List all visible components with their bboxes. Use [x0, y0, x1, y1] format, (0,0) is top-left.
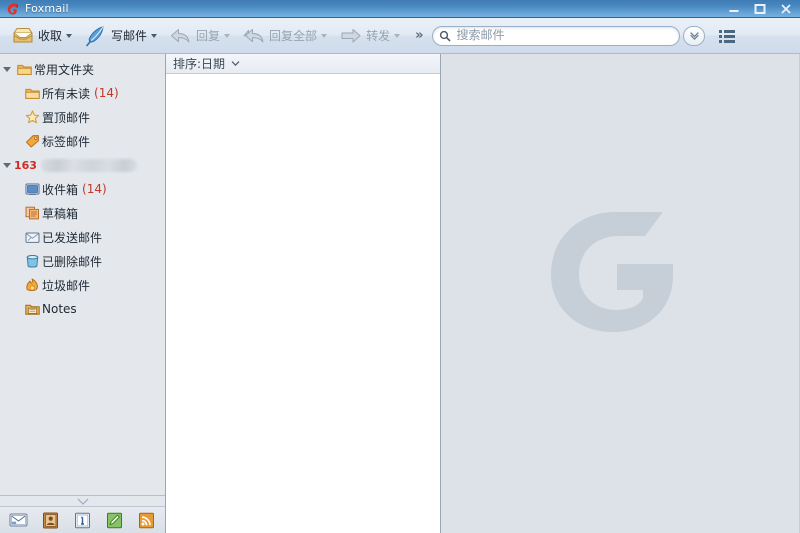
search-dropdown-button[interactable] [683, 25, 706, 46]
sent-icon [22, 231, 42, 244]
quill-pen-icon [83, 24, 109, 48]
mail-preview-pane [441, 54, 800, 533]
sidebar-item-drafts-label: 草稿箱 [42, 206, 79, 221]
list-view-toggle-button[interactable] [714, 24, 740, 48]
sidebar-splitter[interactable] [0, 495, 165, 506]
expand-triangle-icon[interactable] [0, 162, 14, 168]
maximize-button[interactable] [748, 2, 772, 17]
trash-icon [22, 254, 42, 268]
sidebar-item-tagged-mail[interactable]: 标签邮件 [0, 129, 165, 153]
calendar-module-icon[interactable] [72, 510, 92, 530]
chevron-down-icon[interactable] [150, 31, 159, 40]
mail-list-empty [166, 74, 440, 533]
forward-label: 转发 [366, 29, 391, 43]
chevron-down-icon[interactable] [223, 31, 232, 40]
sidebar-module-bar [0, 506, 165, 533]
compose-mail-label: 写邮件 [111, 29, 148, 43]
sidebar-item-junk-label: 垃圾邮件 [42, 278, 91, 293]
mail-module-icon[interactable] [8, 510, 28, 530]
sidebar-item-all-unread-label: 所有未读 [42, 86, 91, 101]
compose-mail-button[interactable]: 写邮件 [79, 22, 164, 50]
star-icon [22, 110, 42, 124]
folder-tree: 常用文件夹 所有未读 (14) 置顶邮件 标签邮件 163 收件箱 (14) 草… [0, 54, 165, 495]
inbox-icon [22, 182, 42, 196]
sidebar-item-inbox[interactable]: 收件箱 (14) [0, 177, 165, 201]
chevron-down-icon[interactable] [65, 31, 74, 40]
close-button[interactable] [774, 2, 798, 17]
sidebar-group-favorites-label: 常用文件夹 [34, 62, 95, 77]
title-bar: Foxmail [0, 0, 800, 18]
sidebar: 常用文件夹 所有未读 (14) 置顶邮件 标签邮件 163 收件箱 (14) 草… [0, 54, 166, 533]
sidebar-item-tagged-mail-label: 标签邮件 [42, 134, 91, 149]
account-provider-tag: 163 [14, 158, 37, 172]
folder-icon [14, 63, 34, 76]
chevron-down-icon [690, 32, 699, 41]
sidebar-item-pinned-mail-label: 置顶邮件 [42, 110, 91, 125]
reply-label: 回复 [196, 29, 221, 43]
toolbar-overflow-button[interactable]: » [415, 28, 423, 43]
reply-all-label: 回复全部 [269, 29, 318, 43]
main-body: 常用文件夹 所有未读 (14) 置顶邮件 标签邮件 163 收件箱 (14) 草… [0, 54, 800, 533]
rss-module-icon[interactable] [136, 510, 156, 530]
main-toolbar: 收取 写邮件 回复 回复全部 转发 » 搜索邮件 [0, 18, 800, 54]
mail-sort-label: 排序:日期 [173, 57, 226, 71]
mail-sort-bar[interactable]: 排序:日期 [166, 54, 440, 74]
chevron-down-icon[interactable] [231, 60, 240, 67]
reply-arrow-icon [168, 24, 194, 48]
sidebar-item-notes-label: Notes [42, 302, 77, 316]
receive-mail-button[interactable]: 收取 [6, 22, 79, 50]
contacts-module-icon[interactable] [40, 510, 60, 530]
sidebar-item-notes[interactable]: Notes [0, 297, 165, 321]
notes-icon [22, 303, 42, 316]
expand-triangle-icon[interactable] [0, 66, 14, 72]
search-icon [439, 30, 453, 42]
sidebar-item-trash[interactable]: 已删除邮件 [0, 249, 165, 273]
reply-all-arrow-icon [241, 24, 267, 48]
sidebar-item-trash-label: 已删除邮件 [42, 254, 103, 269]
sidebar-group-favorites[interactable]: 常用文件夹 [0, 57, 165, 81]
forward-arrow-icon [338, 24, 364, 48]
junk-icon [22, 278, 42, 292]
receive-mail-label: 收取 [38, 29, 63, 43]
sidebar-item-sent-label: 已发送邮件 [42, 230, 103, 245]
chevron-down-icon[interactable] [393, 31, 402, 40]
folder-icon [22, 87, 42, 100]
drafts-icon [22, 206, 42, 220]
list-view-icon [719, 29, 736, 43]
notepad-module-icon[interactable] [104, 510, 124, 530]
sidebar-item-inbox-count: (14) [82, 182, 107, 196]
sidebar-item-all-unread[interactable]: 所有未读 (14) [0, 81, 165, 105]
search-area [432, 24, 740, 48]
foxmail-g-watermark-icon [545, 206, 693, 341]
minimize-button[interactable] [722, 2, 746, 17]
tag-icon [22, 134, 42, 148]
sidebar-item-drafts[interactable]: 草稿箱 [0, 201, 165, 225]
search-box[interactable] [432, 25, 681, 46]
reply-button[interactable]: 回复 [164, 22, 237, 50]
mail-list-pane: 排序:日期 [166, 54, 441, 533]
sidebar-item-inbox-label: 收件箱 [42, 182, 79, 197]
chevron-down-icon[interactable] [320, 31, 329, 40]
sidebar-item-all-unread-count: (14) [94, 86, 119, 100]
redacted-email-address [40, 158, 137, 172]
sidebar-item-junk[interactable]: 垃圾邮件 [0, 273, 165, 297]
sidebar-item-pinned-mail[interactable]: 置顶邮件 [0, 105, 165, 129]
foxmail-g-logo-icon [3, 0, 23, 18]
search-input[interactable] [453, 27, 680, 44]
foxmail-window: Foxmail 收取 写邮件 回复 回复全部 转发 » 搜索邮件 常用文件夹 所… [0, 0, 800, 533]
forward-button[interactable]: 转发 [334, 22, 407, 50]
sidebar-item-sent[interactable]: 已发送邮件 [0, 225, 165, 249]
chevron-down-icon[interactable] [75, 495, 91, 509]
inbox-tray-icon [10, 24, 36, 48]
window-controls [722, 0, 798, 18]
sidebar-account-163[interactable]: 163 [0, 153, 165, 177]
reply-all-button[interactable]: 回复全部 [237, 22, 334, 50]
window-title: Foxmail [25, 1, 69, 15]
